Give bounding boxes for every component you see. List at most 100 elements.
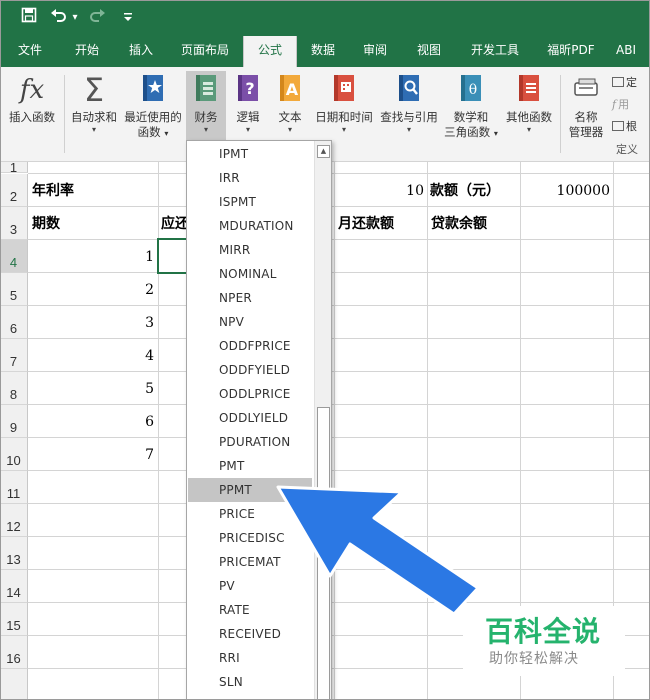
logical-button[interactable]: ? 逻辑 ▾ [229, 73, 267, 135]
menu-scrollbar[interactable]: ▲ [314, 141, 331, 699]
menu-item-pmt[interactable]: PMT [187, 454, 313, 478]
menu-item-oddlprice[interactable]: ODDLPRICE [187, 382, 313, 406]
tab-home[interactable]: 开始 [62, 36, 112, 67]
row-header-9[interactable]: 9 [0, 405, 28, 438]
cell-e3[interactable]: 月还款额 [338, 209, 426, 239]
menu-item-nper[interactable]: NPER [187, 286, 313, 310]
cell-a3[interactable]: 期数 [32, 209, 156, 239]
tab-page-layout[interactable]: 页面布局 [170, 36, 240, 67]
gridline [28, 173, 650, 174]
menu-item-rate[interactable]: RATE [187, 598, 313, 622]
row-header-7[interactable]: 7 [0, 339, 28, 372]
gridline [28, 503, 650, 504]
tab-formulas[interactable]: 公式 [243, 36, 297, 67]
cell-f3[interactable]: 贷款余额 [431, 209, 519, 239]
lookup-reference-caret: ▾ [406, 125, 411, 134]
date-time-button[interactable]: 日期和时间 ▾ [312, 73, 376, 135]
cell-period-2[interactable]: 2 [30, 275, 154, 305]
menu-item-pv[interactable]: PV [187, 574, 313, 598]
menu-item-ppmt[interactable]: PPMT [188, 478, 312, 502]
cell-e2[interactable]: 10 [336, 176, 424, 206]
row-header-13[interactable]: 13 [0, 537, 28, 570]
menu-item-mirr[interactable]: MIRR [187, 238, 313, 262]
row-header-5[interactable]: 5 [0, 273, 28, 306]
cell-period-7[interactable]: 7 [30, 440, 154, 470]
text-button[interactable]: A 文本 ▾ [270, 73, 310, 135]
tab-insert[interactable]: 插入 [116, 36, 166, 67]
menu-item-sln[interactable]: SLN [187, 670, 313, 694]
gridline [28, 437, 650, 438]
cell-period-6[interactable]: 6 [30, 407, 154, 437]
menu-item-ispmt[interactable]: ISPMT [187, 190, 313, 214]
menu-item-pduration[interactable]: PDURATION [187, 430, 313, 454]
tab-view[interactable]: 视图 [406, 36, 452, 67]
cell-g2[interactable]: 100000 [522, 176, 610, 206]
cell-period-1[interactable]: 1 [30, 242, 154, 272]
name-manager-button[interactable]: 名称 管理器 [564, 73, 608, 140]
lookup-reference-label: 查找与引用 [380, 110, 438, 124]
menu-item-oddlyield[interactable]: ODDLYIELD [187, 406, 313, 430]
svg-text:?: ? [245, 79, 254, 98]
autosum-button[interactable]: Σ 自动求和 ▾ [68, 73, 120, 135]
tab-review[interactable]: 审阅 [352, 36, 398, 67]
menu-item-rri[interactable]: RRI [187, 646, 313, 670]
menu-item-oddfprice[interactable]: ODDFPRICE [187, 334, 313, 358]
undo-dropdown[interactable]: ▾ [70, 7, 80, 29]
row-header-1[interactable]: 1 [0, 162, 28, 173]
row-header-6[interactable]: 6 [0, 306, 28, 339]
autosum-caret: ▾ [91, 125, 96, 134]
cell-period-3[interactable]: 3 [30, 308, 154, 338]
active-cell-b4[interactable] [157, 238, 189, 274]
cell-a2[interactable]: 年利率 [32, 176, 156, 206]
define-name-button[interactable]: 定 [612, 74, 637, 92]
menu-scroll-thumb[interactable] [317, 407, 330, 699]
math-trig-button[interactable]: θ 数学和 三角函数 ▾ [442, 73, 500, 141]
row-header-8[interactable]: 8 [0, 372, 28, 405]
recent-functions-caret: ▾ [164, 129, 169, 138]
more-functions-label: 其他函数 [506, 110, 552, 124]
cell-period-5[interactable]: 5 [30, 374, 154, 404]
create-from-selection-button[interactable]: 根 [612, 118, 637, 136]
save-icon[interactable] [18, 7, 40, 29]
gridline [28, 470, 650, 471]
menu-item-ipmt[interactable]: IPMT [187, 142, 313, 166]
row-header-4[interactable]: 4 [0, 240, 28, 273]
row-header-10[interactable]: 10 [0, 438, 28, 471]
row-header-3[interactable]: 3 [0, 207, 28, 240]
customize-icon[interactable] [122, 7, 134, 29]
menu-item-received[interactable]: RECEIVED [187, 622, 313, 646]
fx-icon: fx [19, 75, 45, 105]
tab-developer[interactable]: 开发工具 [462, 36, 528, 67]
ribbon-separator [64, 75, 65, 153]
row-header-2[interactable]: 2 [0, 174, 28, 207]
row-header-15[interactable]: 15 [0, 603, 28, 636]
cell-f2[interactable]: 款额（元） [430, 176, 520, 206]
menu-item-pricemat[interactable]: PRICEMAT [187, 550, 313, 574]
row-header-11[interactable]: 11 [0, 471, 28, 504]
row-header-16[interactable]: 16 [0, 636, 28, 669]
insert-function-button[interactable]: fx 插入函数 [4, 73, 60, 125]
menu-item-oddfyield[interactable]: ODDFYIELD [187, 358, 313, 382]
svg-text:θ: θ [469, 82, 477, 98]
tab-abbyy[interactable]: ABI [616, 36, 650, 67]
menu-item-irr[interactable]: IRR [187, 166, 313, 190]
recent-functions-button[interactable]: 最近使用的 函数 ▾ [122, 73, 184, 141]
menu-item-nominal[interactable]: NOMINAL [187, 262, 313, 286]
scroll-up-arrow-icon[interactable]: ▲ [317, 145, 330, 158]
lookup-reference-button[interactable]: 查找与引用 ▾ [377, 73, 441, 135]
cell-a1[interactable] [32, 162, 156, 172]
cell-period-4[interactable]: 4 [30, 341, 154, 371]
menu-item-npv[interactable]: NPV [187, 310, 313, 334]
more-functions-button[interactable]: 其他函数 ▾ [502, 73, 556, 135]
menu-item-pricedisc[interactable]: PRICEDISC [187, 526, 313, 550]
row-header-12[interactable]: 12 [0, 504, 28, 537]
tab-data[interactable]: 数据 [300, 36, 346, 67]
menu-item-price[interactable]: PRICE [187, 502, 313, 526]
row-header-17[interactable] [0, 669, 28, 700]
tab-foxit-pdf[interactable]: 福昕PDF [538, 36, 604, 67]
tab-file[interactable]: 文件 [8, 36, 52, 67]
financial-functions-menu[interactable]: IPMT IRR ISPMT MDURATION MIRR NOMINAL NP… [186, 140, 332, 700]
menu-item-mduration[interactable]: MDURATION [187, 214, 313, 238]
row-header-14[interactable]: 14 [0, 570, 28, 603]
undo-icon[interactable] [48, 7, 70, 29]
